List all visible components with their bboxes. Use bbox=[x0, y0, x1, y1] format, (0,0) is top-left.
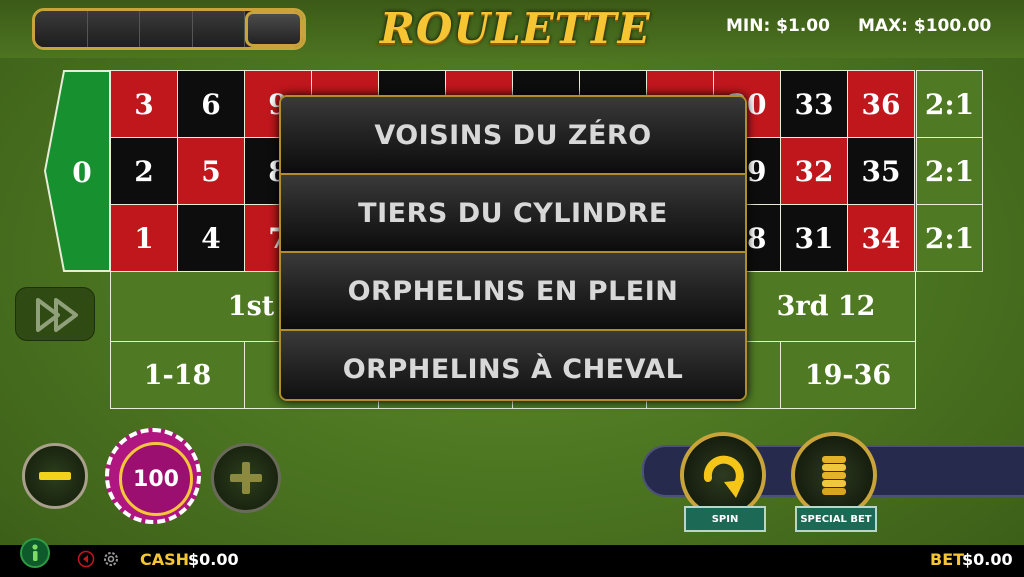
high-bet[interactable]: 19-36 bbox=[780, 341, 916, 409]
info-button[interactable] bbox=[20, 538, 50, 568]
increase-chip-button[interactable] bbox=[211, 443, 281, 513]
bet-value: $0.00 bbox=[962, 550, 1013, 569]
number-cell[interactable]: 33 bbox=[780, 70, 848, 138]
history-slot bbox=[140, 11, 193, 47]
settings-gear-icon[interactable] bbox=[102, 550, 120, 568]
number-cell[interactable]: 36 bbox=[847, 70, 915, 138]
number-cell[interactable]: 35 bbox=[847, 137, 915, 205]
cash-label: CASH bbox=[140, 550, 190, 569]
history-slot bbox=[87, 11, 141, 47]
chip-selector[interactable]: 100 bbox=[105, 428, 201, 524]
zero-label: 0 bbox=[72, 156, 91, 189]
dozen-3-label: 3rd 12 bbox=[776, 291, 876, 322]
min-limit: MIN: $1.00 bbox=[726, 16, 830, 36]
column-bet-middle[interactable]: 2:1 bbox=[916, 137, 983, 205]
game-title: ROULETTE bbox=[380, 4, 651, 53]
menu-item-orphelins-a-cheval[interactable]: ORPHELINS À CHEVAL bbox=[281, 331, 745, 399]
sound-icon[interactable] bbox=[77, 550, 95, 568]
chip-stack-icon bbox=[822, 456, 846, 495]
results-history bbox=[32, 8, 306, 50]
number-cell[interactable]: 3 bbox=[110, 70, 178, 138]
max-limit: MAX: $100.00 bbox=[858, 16, 992, 36]
column-bet-bottom[interactable]: 2:1 bbox=[916, 204, 983, 272]
number-cell[interactable]: 2 bbox=[110, 137, 178, 205]
spin-arrow-icon bbox=[703, 455, 744, 498]
cash-value: $0.00 bbox=[188, 550, 239, 569]
low-bet[interactable]: 1-18 bbox=[110, 341, 245, 409]
chip-value: 100 bbox=[119, 442, 193, 516]
menu-item-tiers-du-cylindre[interactable]: TIERS DU CYLINDRE bbox=[281, 175, 745, 253]
spin-label[interactable]: SPIN bbox=[684, 506, 766, 532]
history-slot bbox=[35, 11, 88, 47]
plus-icon bbox=[230, 462, 262, 494]
number-cell[interactable]: 5 bbox=[177, 137, 245, 205]
number-cell[interactable]: 6 bbox=[177, 70, 245, 138]
info-icon bbox=[32, 544, 38, 561]
special-bets-menu: VOISINS DU ZÉRO TIERS DU CYLINDRE ORPHEL… bbox=[279, 95, 747, 401]
history-slot bbox=[192, 11, 246, 47]
number-cell[interactable]: 4 bbox=[177, 204, 245, 272]
zero-cell[interactable]: 0 bbox=[44, 70, 111, 272]
fast-play-button[interactable] bbox=[15, 287, 95, 341]
bet-label: BET bbox=[930, 550, 965, 569]
number-cell[interactable]: 32 bbox=[780, 137, 848, 205]
history-slot-latest bbox=[245, 11, 303, 47]
number-cell[interactable]: 34 bbox=[847, 204, 915, 272]
column-bet-top[interactable]: 2:1 bbox=[916, 70, 983, 138]
menu-item-orphelins-en-plein[interactable]: ORPHELINS EN PLEIN bbox=[281, 253, 745, 331]
special-bet-label[interactable]: SPECIAL BET bbox=[795, 506, 877, 532]
menu-item-voisins-du-zero[interactable]: VOISINS DU ZÉRO bbox=[281, 97, 745, 175]
decrease-chip-button[interactable] bbox=[22, 443, 88, 509]
number-cell[interactable]: 31 bbox=[780, 204, 848, 272]
number-cell[interactable]: 1 bbox=[110, 204, 178, 272]
fast-forward-icon bbox=[36, 298, 78, 332]
minus-icon bbox=[39, 472, 71, 480]
